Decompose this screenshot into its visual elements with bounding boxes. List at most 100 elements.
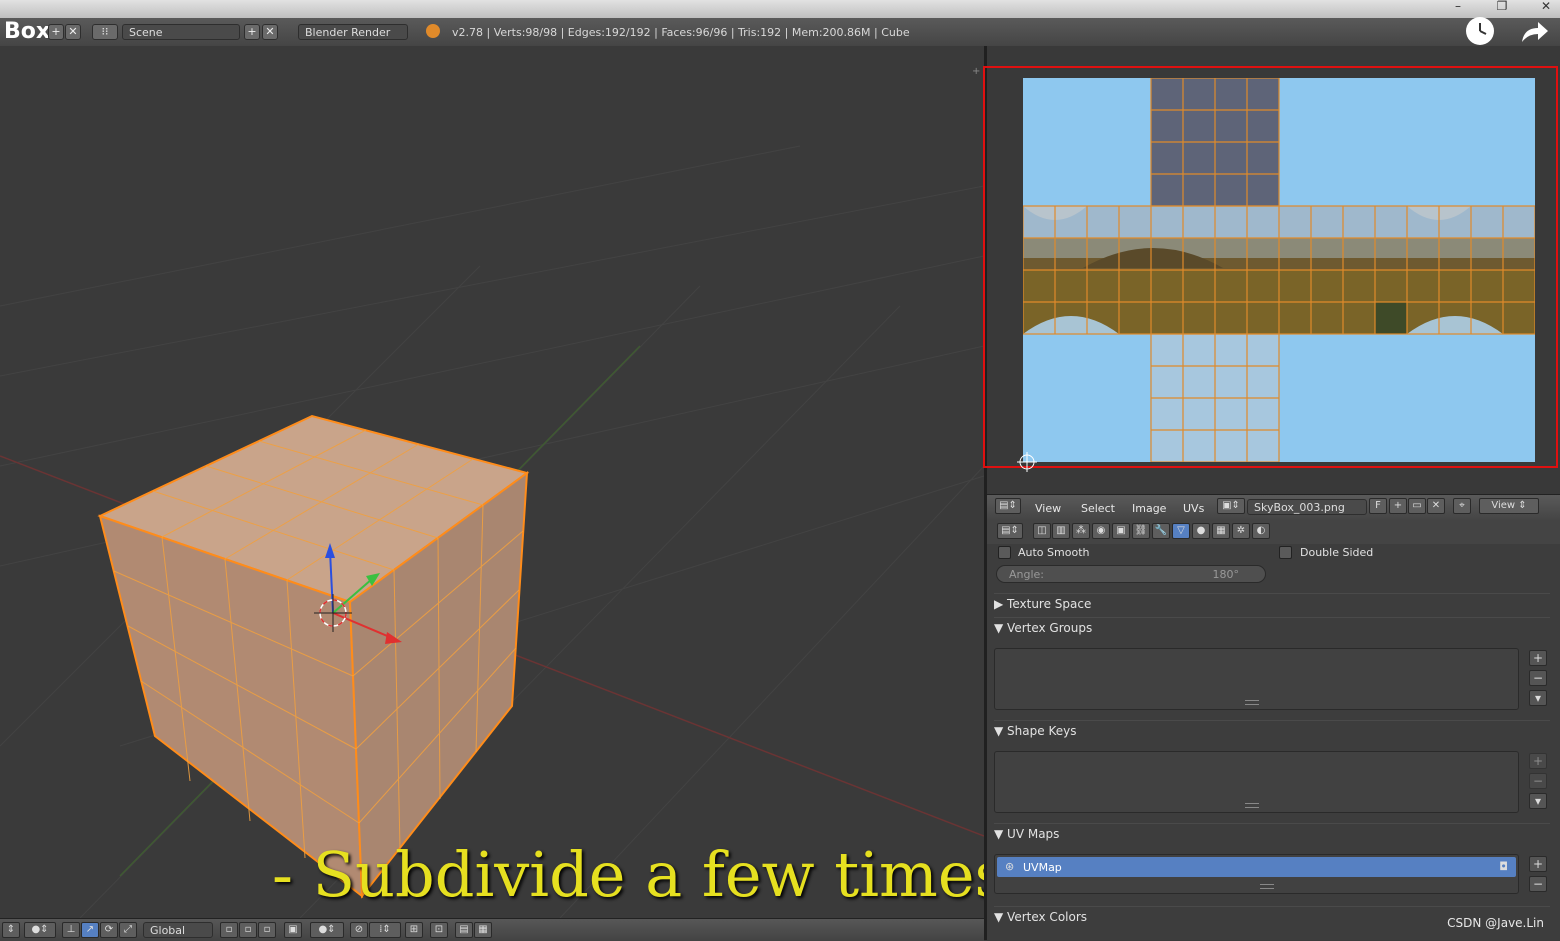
angle-label: Angle:	[1009, 568, 1045, 581]
remove-shape-key-button[interactable]: −	[1529, 773, 1547, 789]
info-header: Box + ✕ ⁝⁝ Scene + ✕ Blender Render v2.7…	[0, 17, 1560, 47]
add-uv-map-button[interactable]: +	[1529, 856, 1547, 872]
render-layers-tab-icon[interactable]: ▥	[1052, 523, 1070, 539]
corner-plus-icon[interactable]: +	[972, 66, 980, 77]
fake-user-button[interactable]: F	[1369, 498, 1387, 514]
add-screen-icon[interactable]: +	[48, 24, 64, 40]
render-tab-icon[interactable]: ◫	[1033, 523, 1051, 539]
rotate-icon[interactable]: ⟳	[100, 922, 118, 938]
blender-logo-icon	[426, 24, 440, 38]
cube-mesh	[97, 414, 530, 899]
unlink-image-icon[interactable]: ✕	[1427, 498, 1445, 514]
close-icon[interactable]: ✕	[1532, 0, 1560, 14]
shape-keys-panel-header[interactable]: ▼ Shape Keys	[994, 720, 1550, 741]
share-arrow-icon[interactable]	[1518, 18, 1550, 46]
resize-grip-icon[interactable]	[1245, 803, 1259, 808]
resize-grip-icon[interactable]	[1260, 884, 1274, 889]
manipulator-toggle-icon[interactable]: ⊥	[62, 922, 80, 938]
panel-title: Shape Keys	[1007, 724, 1077, 738]
vertex-groups-panel-header[interactable]: ▼ Vertex Groups	[994, 617, 1550, 638]
snap-toggle-icon[interactable]: ⊘	[350, 922, 368, 938]
view-mode-select[interactable]: View ⇕	[1479, 498, 1539, 514]
double-sided-checkbox[interactable]	[1279, 546, 1292, 559]
scene-name-field[interactable]: Scene	[122, 24, 240, 40]
menu-view[interactable]: View	[1035, 502, 1061, 515]
scene-browse-icon[interactable]: ⁝⁝	[92, 24, 118, 40]
modifiers-tab-icon[interactable]: 🔧	[1152, 523, 1170, 539]
3d-view-header: ⇕ ●⇕ ⊥ ↗ ⟳ ⤢ Global ▫ ▫ ▫ ▣ ●⇕ ⊘ ⁞⇕ ⊞ ⊡ …	[0, 918, 984, 941]
face-select-icon[interactable]: ▫	[258, 922, 276, 938]
add-vertex-group-button[interactable]: +	[1529, 650, 1547, 666]
expanded-arrow-icon: ▼	[994, 910, 1008, 924]
editor-type-icon[interactable]: ▤⇕	[995, 498, 1021, 514]
add-scene-icon[interactable]: +	[244, 24, 260, 40]
clock-icon[interactable]	[1466, 17, 1494, 45]
render-icon[interactable]: ▤	[455, 922, 473, 938]
menu-select[interactable]: Select	[1081, 502, 1115, 515]
2d-cursor-icon[interactable]	[1017, 452, 1037, 472]
editor-type-icon[interactable]: ⇕	[2, 922, 20, 938]
texture-space-panel-header[interactable]: ▶ Texture Space	[994, 593, 1550, 614]
object-tab-icon[interactable]: ▣	[1112, 523, 1130, 539]
uv-map-item[interactable]: ⊛ UVMap ◘	[997, 857, 1516, 877]
auto-smooth-checkbox[interactable]	[998, 546, 1011, 559]
scene-statistics: v2.78 | Verts:98/98 | Edges:192/192 | Fa…	[452, 26, 910, 39]
angle-slider[interactable]: Angle: 180°	[996, 565, 1266, 583]
expanded-arrow-icon: ▼	[994, 724, 1008, 738]
render-anim-icon[interactable]: ▦	[474, 922, 492, 938]
shape-keys-list[interactable]	[994, 751, 1519, 813]
translate-icon[interactable]: ↗	[81, 922, 99, 938]
vertex-groups-list[interactable]	[994, 648, 1519, 710]
uv-map-name[interactable]: UVMap	[1023, 861, 1062, 874]
shape-key-specials-icon[interactable]: ▾	[1529, 793, 1547, 809]
proportional-edit-icon[interactable]: ●⇕	[310, 922, 344, 938]
uv-maps-panel-header[interactable]: ▼ UV Maps	[994, 823, 1550, 844]
image-name-field[interactable]: SkyBox_003.png	[1247, 499, 1367, 515]
world-tab-icon[interactable]: ◉	[1092, 523, 1110, 539]
expanded-arrow-icon: ▼	[994, 827, 1008, 841]
remove-vertex-group-button[interactable]: −	[1529, 670, 1547, 686]
uv-maps-list[interactable]: ⊛ UVMap ◘	[994, 854, 1519, 894]
menu-image[interactable]: Image	[1132, 502, 1166, 515]
snap-element-icon[interactable]: ⁞⇕	[369, 922, 401, 938]
mode-select-icon[interactable]: ●⇕	[24, 922, 56, 938]
resize-grip-icon[interactable]	[1245, 700, 1259, 705]
minimize-icon[interactable]: –	[1444, 0, 1472, 14]
properties-context-bar: ▤⇕ ◫ ▥ ⁂ ◉ ▣ ⛓ 🔧 ▽ ● ▦ ✲ ◐	[987, 520, 1560, 544]
constraints-tab-icon[interactable]: ⛓	[1132, 523, 1150, 539]
edge-select-icon[interactable]: ▫	[239, 922, 257, 938]
texture-tab-icon[interactable]: ▦	[1212, 523, 1230, 539]
restore-icon[interactable]: ❐	[1488, 0, 1516, 14]
delete-screen-icon[interactable]: ✕	[65, 24, 81, 40]
limit-selection-icon[interactable]: ▣	[284, 922, 302, 938]
delete-scene-icon[interactable]: ✕	[262, 24, 278, 40]
remove-uv-map-button[interactable]: −	[1529, 876, 1547, 892]
editor-type-icon[interactable]: ▤⇕	[997, 523, 1023, 539]
active-render-camera-icon[interactable]: ◘	[1499, 860, 1508, 873]
3d-viewport[interactable]: +	[0, 46, 984, 918]
data-tab-icon[interactable]: ▽	[1172, 523, 1190, 539]
uv-image-editor[interactable]	[983, 46, 1560, 494]
snap-target-icon[interactable]: ⊞	[405, 922, 423, 938]
scene-tab-icon[interactable]: ⁂	[1072, 523, 1090, 539]
auto-smooth-label: Auto Smooth	[1018, 546, 1090, 559]
orientation-select[interactable]: Global	[143, 922, 213, 938]
vertex-select-icon[interactable]: ▫	[220, 922, 238, 938]
expanded-arrow-icon: ▼	[994, 621, 1008, 635]
material-tab-icon[interactable]: ●	[1192, 523, 1210, 539]
layers-icon[interactable]: ⊡	[430, 922, 448, 938]
particles-tab-icon[interactable]: ✲	[1232, 523, 1250, 539]
open-image-icon[interactable]: ▭	[1408, 498, 1426, 514]
angle-value: 180°	[1212, 568, 1240, 581]
new-image-icon[interactable]: +	[1389, 498, 1407, 514]
menu-uvs[interactable]: UVs	[1183, 502, 1204, 515]
add-shape-key-button[interactable]: +	[1529, 753, 1547, 769]
render-engine-select[interactable]: Blender Render	[298, 24, 408, 40]
editor-title: Box	[4, 19, 51, 44]
vertex-group-specials-icon[interactable]: ▾	[1529, 690, 1547, 706]
collapsed-arrow-icon: ▶	[994, 597, 1008, 611]
physics-tab-icon[interactable]: ◐	[1252, 523, 1270, 539]
pin-icon[interactable]: ⌖	[1453, 498, 1471, 514]
scale-icon[interactable]: ⤢	[119, 922, 137, 938]
image-browse-icon[interactable]: ▣⇕	[1217, 498, 1245, 514]
